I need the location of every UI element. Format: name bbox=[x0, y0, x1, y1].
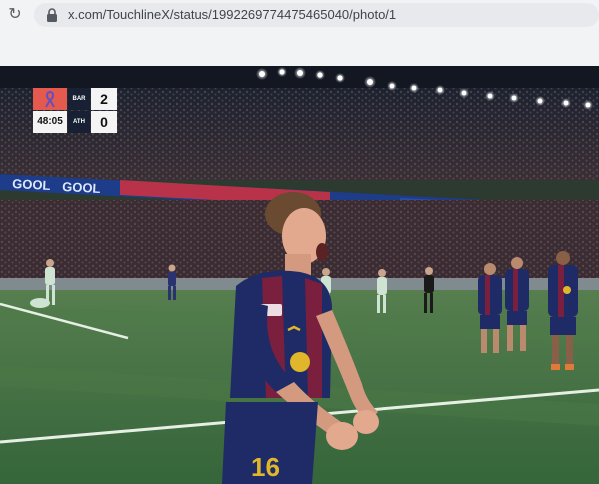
ad-board-text: GOOL bbox=[12, 176, 51, 193]
ribbon-icon bbox=[45, 90, 55, 108]
fist bbox=[353, 410, 379, 434]
scoreboard: 48:05 BAR ATH 2 0 bbox=[33, 88, 117, 134]
match-clock: 48:05 bbox=[33, 111, 67, 133]
address-bar[interactable]: x.com/TouchlineX/status/1992269774475465… bbox=[34, 3, 599, 27]
lock-icon bbox=[47, 8, 57, 22]
away-score: 0 bbox=[91, 111, 117, 133]
svg-text:GOOL: GOOL bbox=[62, 179, 101, 196]
home-team-label: BAR bbox=[68, 88, 90, 110]
reload-icon[interactable]: ↻ bbox=[6, 6, 24, 24]
home-score: 2 bbox=[91, 88, 117, 110]
browser-toolbar: ↻ x.com/TouchlineX/status/19922697744754… bbox=[0, 0, 599, 66]
url-text: x.com/TouchlineX/status/1992269774475465… bbox=[68, 7, 397, 22]
away-team-label: ATH bbox=[68, 111, 90, 133]
fist bbox=[326, 422, 358, 450]
club-crest bbox=[33, 88, 67, 110]
shirt-number: 16 bbox=[251, 452, 280, 482]
open-mouth bbox=[316, 243, 328, 261]
